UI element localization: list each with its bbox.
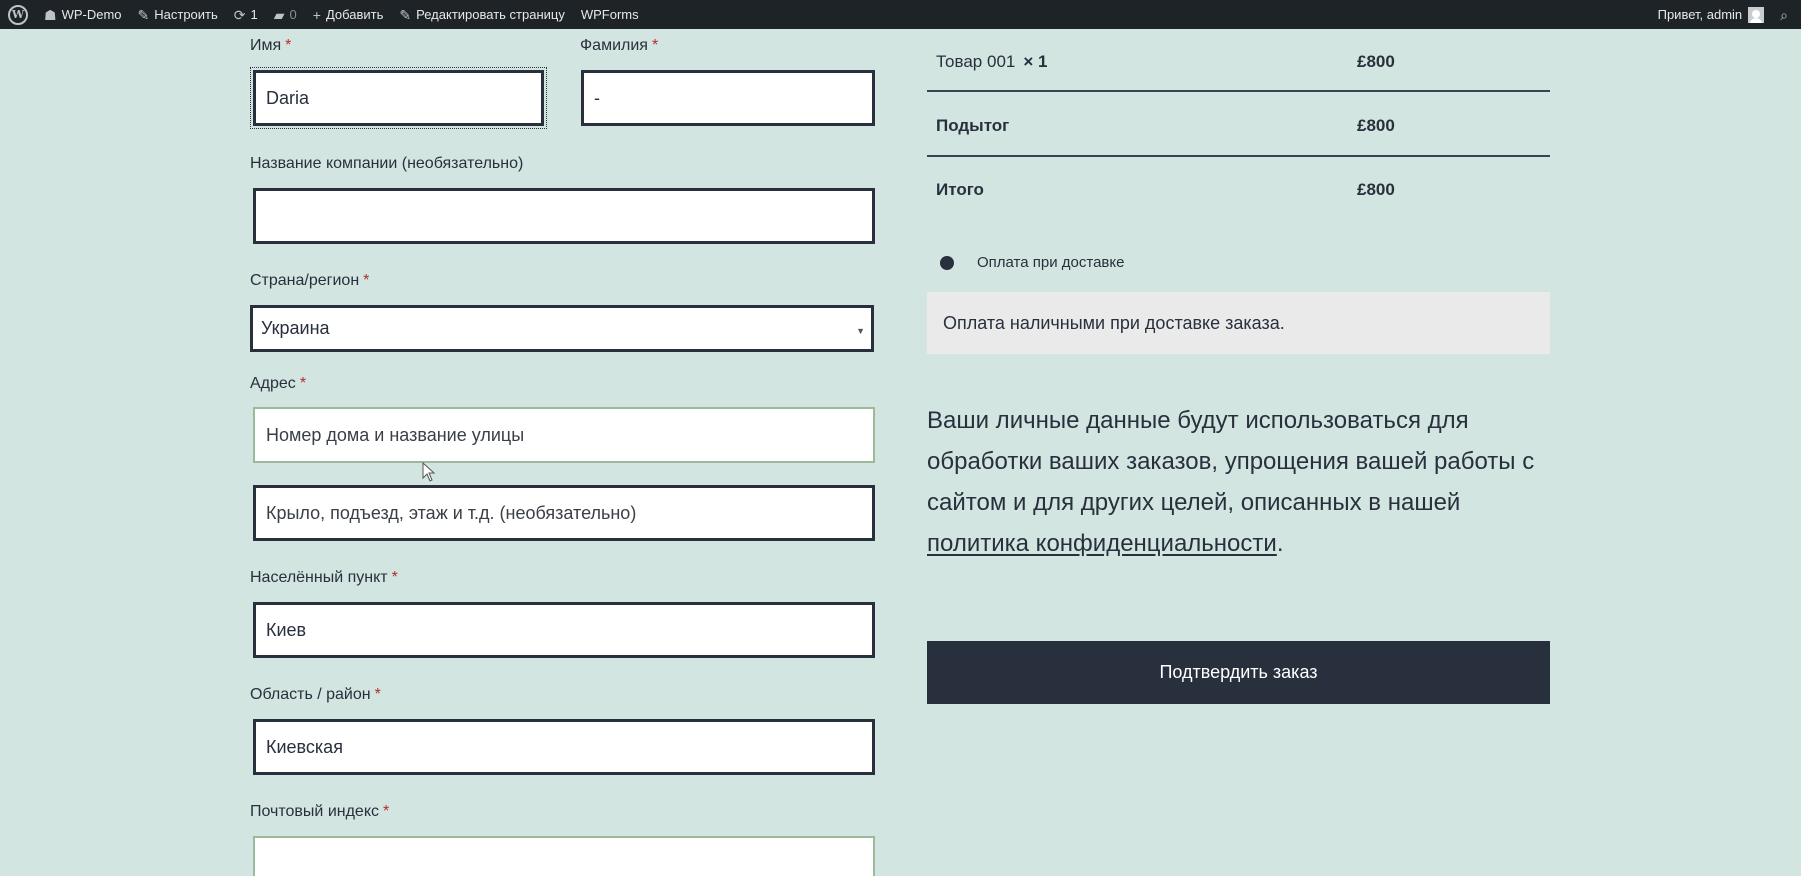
comment-icon: ▰ xyxy=(273,6,285,23)
required-mark: * xyxy=(363,272,370,289)
updates-icon: ⟳ xyxy=(233,6,246,23)
privacy-end: . xyxy=(1276,530,1284,557)
edit-page-label: Редактировать страницу xyxy=(416,7,565,22)
last-name-input[interactable]: - xyxy=(581,70,875,126)
postcode-label-text: Почтовый индекс xyxy=(250,803,379,820)
city-label: Населённый пункт * xyxy=(250,569,398,587)
state-value: Киевская xyxy=(266,736,343,757)
privacy-notice: Ваши личные данные будут использоваться … xyxy=(927,400,1567,564)
state-label: Область / район * xyxy=(250,686,381,704)
required-mark: * xyxy=(383,803,390,820)
last-name-label: Фамилия * xyxy=(580,37,658,55)
address-line-1-placeholder: Номер дома и название улицы xyxy=(266,424,525,445)
country-label-text: Страна/регион xyxy=(250,272,360,289)
country-value: Украина xyxy=(261,318,330,338)
updates-link[interactable]: ⟳ 1 xyxy=(226,0,266,29)
divider xyxy=(927,155,1550,157)
first-name-label-text: Имя xyxy=(250,37,282,54)
privacy-text: Ваши личные данные будут использоваться … xyxy=(927,407,1535,516)
wpforms-menu[interactable]: WPForms xyxy=(573,0,647,29)
item-name-text: Товар 001 xyxy=(936,52,1016,71)
postcode-label: Почтовый индекс * xyxy=(250,803,389,821)
subtotal-label: Подытог xyxy=(936,116,1010,135)
account-menu[interactable]: Привет, admin xyxy=(1650,0,1773,29)
city-label-text: Населённый пункт xyxy=(250,569,388,586)
last-name-label-text: Фамилия xyxy=(580,37,648,54)
privacy-policy-link[interactable]: политика конфиденциальности xyxy=(927,530,1277,557)
comments-count: 0 xyxy=(289,7,297,22)
address-line-2-input[interactable]: Крыло, подъезд, этаж и т.д. (необязатель… xyxy=(253,485,875,541)
first-name-label: Имя * xyxy=(250,37,291,55)
first-name-input[interactable]: Daria xyxy=(250,67,547,129)
item-qty: × 1 xyxy=(1023,52,1048,71)
edit-page-link[interactable]: ✎ Редактировать страницу xyxy=(391,0,572,29)
place-order-label: Подтвердить заказ xyxy=(1159,662,1318,682)
updates-count: 1 xyxy=(250,7,258,22)
divider xyxy=(927,90,1550,92)
admin-bar: W ☗ WP-Demo ✎ Настроить ⟳ 1 ▰ 0 + Добави… xyxy=(0,0,1801,29)
required-mark: * xyxy=(374,686,381,703)
chevron-down-icon: ▼ xyxy=(856,326,865,336)
total-label: Итого xyxy=(936,180,984,199)
city-input[interactable]: Киев xyxy=(253,602,875,658)
customize-link[interactable]: ✎ Настроить xyxy=(130,0,226,29)
payment-method-label[interactable]: Оплата при доставке xyxy=(977,254,1124,271)
add-new-label: Добавить xyxy=(325,7,384,22)
add-new-menu[interactable]: + Добавить xyxy=(305,0,392,29)
mouse-cursor-icon xyxy=(422,462,436,482)
payment-description-box: Оплата наличными при доставке заказа. xyxy=(927,292,1550,354)
address-label: Адрес * xyxy=(250,375,306,393)
payment-radio[interactable] xyxy=(940,256,954,270)
first-name-value: Daria xyxy=(266,87,310,108)
company-label: Название компании (необязательно) xyxy=(250,155,524,172)
place-order-button[interactable]: Подтвердить заказ xyxy=(927,641,1550,704)
address-label-text: Адрес xyxy=(250,375,296,392)
order-item-name: Товар 001 × 1 xyxy=(936,52,1047,72)
required-mark: * xyxy=(299,375,307,392)
address-line-1-input[interactable]: Номер дома и название улицы xyxy=(253,407,875,463)
dashboard-icon: ☗ xyxy=(44,6,57,23)
wpforms-label: WPForms xyxy=(580,7,639,22)
subtotal-value: £800 xyxy=(1357,116,1395,135)
country-select[interactable]: Украина ▼ xyxy=(250,305,874,352)
search-icon: ⌕ xyxy=(1780,6,1788,23)
postcode-input[interactable] xyxy=(253,836,875,876)
customize-label: Настроить xyxy=(154,7,218,22)
plus-icon: + xyxy=(312,6,321,23)
order-item-price: £800 xyxy=(1357,52,1395,71)
company-input[interactable] xyxy=(253,188,875,244)
site-name: WP-Demo xyxy=(61,7,122,22)
greeting: Привет, admin xyxy=(1657,7,1743,22)
state-input[interactable]: Киевская xyxy=(253,719,875,775)
state-label-text: Область / район xyxy=(250,686,371,703)
address-line-2-placeholder: Крыло, подъезд, этаж и т.д. (необязатель… xyxy=(266,502,637,523)
order-item-row: Товар 001 × 1 £800 xyxy=(927,30,1550,94)
total-row: Итого £800 xyxy=(927,158,1550,222)
subtotal-row: Подытог £800 xyxy=(927,94,1550,158)
search-toggle[interactable]: ⌕ xyxy=(1772,0,1801,29)
required-mark: * xyxy=(285,37,292,54)
wordpress-icon: W xyxy=(8,4,28,25)
pencil-icon: ✎ xyxy=(399,6,412,23)
last-name-value: - xyxy=(594,87,600,108)
total-value: £800 xyxy=(1357,180,1395,199)
required-mark: * xyxy=(391,569,398,586)
required-mark: * xyxy=(651,37,659,54)
brush-icon: ✎ xyxy=(137,6,150,23)
city-value: Киев xyxy=(266,619,307,640)
wp-logo-menu[interactable]: W xyxy=(0,0,36,29)
comments-link[interactable]: ▰ 0 xyxy=(266,0,305,29)
avatar xyxy=(1748,6,1765,23)
site-name-menu[interactable]: ☗ WP-Demo xyxy=(36,0,130,29)
payment-description: Оплата наличными при доставке заказа. xyxy=(943,312,1285,333)
country-label: Страна/регион * xyxy=(250,272,369,290)
